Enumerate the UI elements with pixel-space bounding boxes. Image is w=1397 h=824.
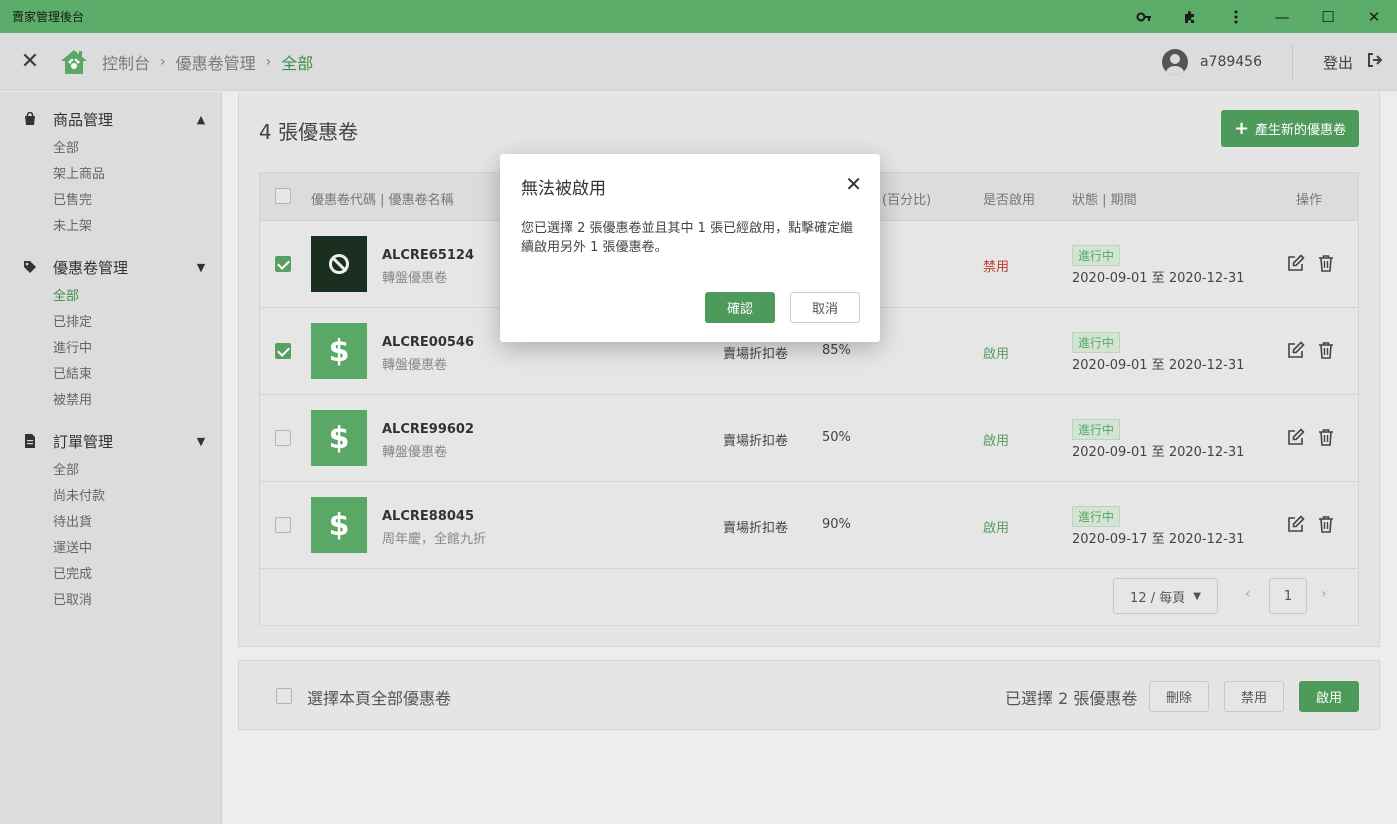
minimize-button[interactable]: — <box>1259 0 1305 33</box>
modal-overlay[interactable] <box>0 33 1397 824</box>
window-close-button[interactable]: ✕ <box>1351 0 1397 33</box>
key-icon[interactable] <box>1121 0 1167 33</box>
dialog-title: 無法被啟用 <box>521 179 606 199</box>
confirm-button[interactable]: 確認 <box>705 292 775 323</box>
more-vertical-icon[interactable] <box>1213 0 1259 33</box>
window-title: 賣家管理後台 <box>12 10 85 24</box>
cancel-button[interactable]: 取消 <box>790 292 860 323</box>
maximize-button[interactable]: ☐ <box>1305 0 1351 33</box>
puzzle-icon[interactable] <box>1167 0 1213 33</box>
close-icon[interactable]: ✕ <box>845 172 862 196</box>
error-dialog: 無法被啟用 ✕ 您已選擇 2 張優惠卷並且其中 1 張已經啟用，點擊確定繼續啟用… <box>500 154 880 342</box>
window-titlebar: 賣家管理後台 — ☐ ✕ <box>0 0 1397 33</box>
dialog-message: 您已選擇 2 張優惠卷並且其中 1 張已經啟用，點擊確定繼續啟用另外 1 張優惠… <box>521 221 854 255</box>
